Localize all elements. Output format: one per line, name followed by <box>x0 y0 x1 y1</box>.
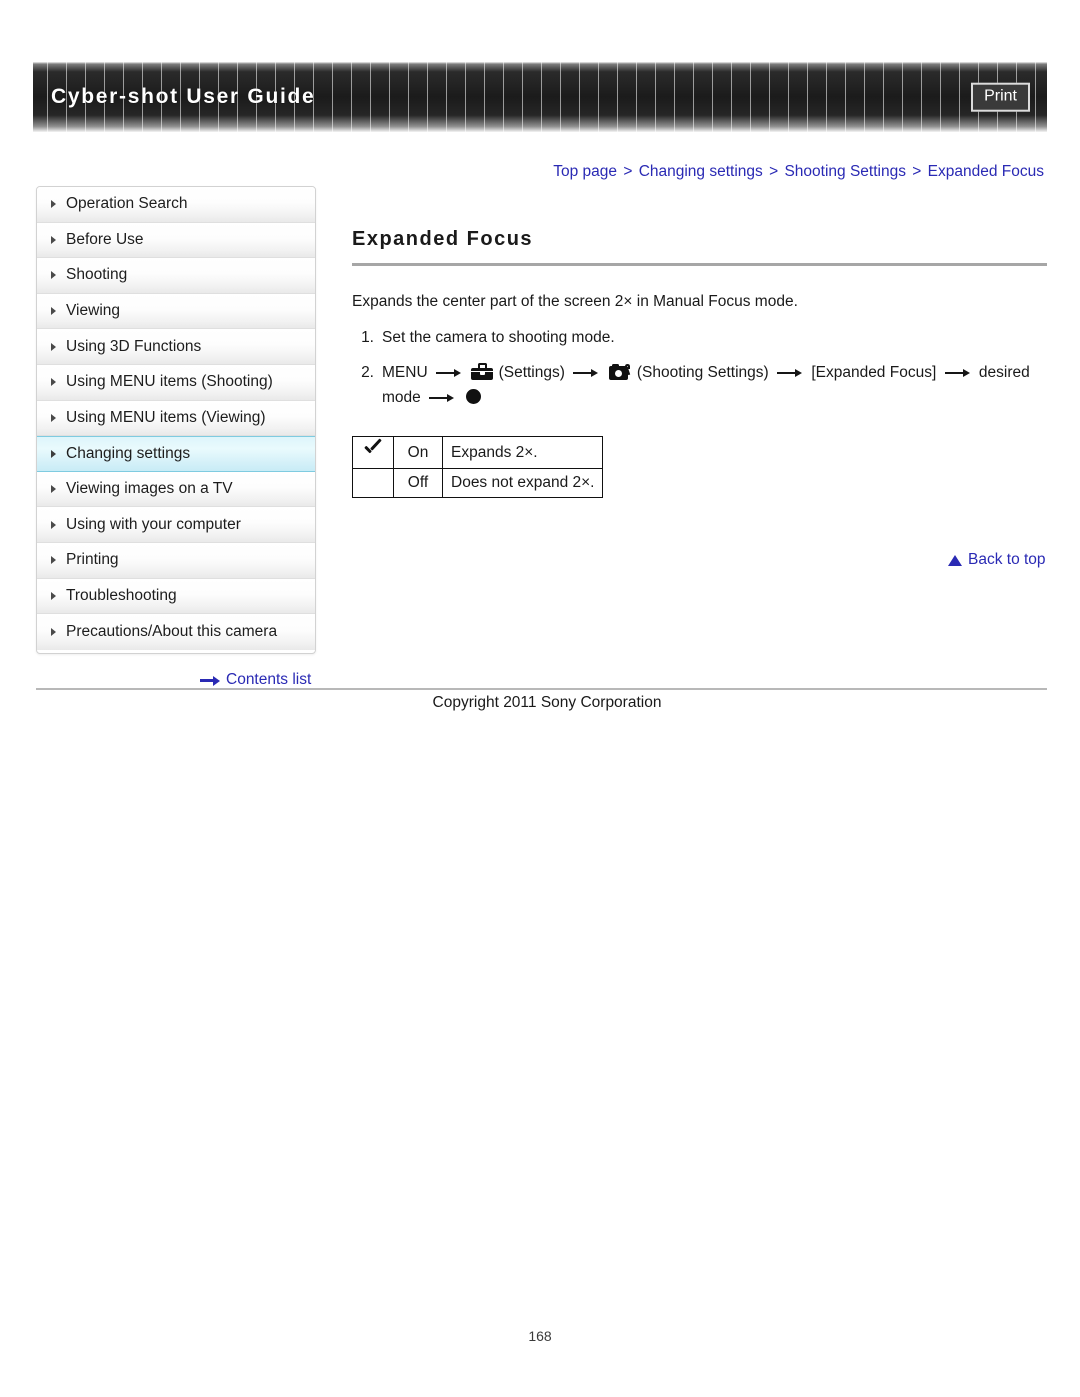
sidebar-item-printing[interactable]: Printing <box>37 542 315 579</box>
sidebar-item-viewing[interactable]: Viewing <box>37 293 315 330</box>
option-description-cell: Expands 2×. <box>441 436 604 470</box>
breadcrumb-separator: > <box>912 163 922 180</box>
sidebar-item-label: Precautions/About this camera <box>66 622 278 640</box>
sidebar-item-shooting[interactable]: Shooting <box>37 258 315 294</box>
triangle-right-icon <box>51 627 56 636</box>
shooting-settings-label: (Shooting Settings) <box>636 364 769 382</box>
mode-label: mode <box>382 389 421 407</box>
step-1-number: 1. <box>361 329 374 346</box>
step-2-text: MENU (Settings) (Shooting Settings) [Exp… <box>382 360 1047 410</box>
page-number: 168 <box>528 1328 552 1344</box>
menu-label: MENU <box>382 364 428 382</box>
sidebar-item-operation-search[interactable]: Operation Search <box>37 187 315 223</box>
sidebar-nav: Operation Search Before Use Shooting Viewin… <box>36 186 316 654</box>
option-selected-cell <box>352 436 394 470</box>
triangle-right-icon <box>51 271 56 280</box>
sidebar-item-using-menu-items-shooting[interactable]: Using MENU items (Shooting) <box>37 364 315 401</box>
sidebar-item-viewing-images-on-a-tv[interactable]: Viewing images on a TV <box>37 471 315 508</box>
option-selected-cell <box>352 468 394 499</box>
sidebar-item-using-menu-items-viewing[interactable]: Using MENU items (Viewing) <box>37 400 315 437</box>
arrow-right-icon <box>435 368 462 378</box>
triangle-right-icon <box>51 520 56 529</box>
breadcrumb: Top page > Changing settings > Shooting … <box>553 163 1044 181</box>
breadcrumb-item-top-page[interactable]: Top page <box>553 163 617 180</box>
app-title: Cyber-shot User Guide <box>51 85 316 108</box>
camera-shooting-settings-icon <box>608 363 632 381</box>
page-title: Expanded Focus <box>352 228 534 250</box>
toolbox-settings-icon <box>471 363 494 381</box>
sidebar-item-label: Viewing images on a TV <box>66 480 233 498</box>
triangle-right-icon <box>51 556 56 565</box>
triangle-right-icon <box>51 235 56 244</box>
settings-label: (Settings) <box>498 364 565 382</box>
option-description-cell: Does not expand 2×. <box>441 468 604 499</box>
sidebar-item-label: Viewing <box>66 302 121 320</box>
breadcrumb-separator: > <box>623 163 633 180</box>
expanded-focus-item-label: [Expanded Focus] <box>811 364 937 382</box>
step-2: 2. MENU (Settings) (Shooting Settings) [… <box>352 360 1047 410</box>
footer-divider <box>36 688 1047 690</box>
back-to-top-label: Back to top <box>968 551 1046 568</box>
breadcrumb-item-changing-settings[interactable]: Changing settings <box>639 163 763 180</box>
arrow-right-icon <box>573 368 599 378</box>
table-row: Off Does not expand 2×. <box>352 468 604 499</box>
sidebar-item-label: Operation Search <box>66 195 188 213</box>
sidebar-item-changing-settings[interactable]: Changing settings <box>37 436 315 472</box>
triangle-right-icon <box>51 591 56 600</box>
arrow-right-icon <box>200 675 222 686</box>
option-name-cell: Off <box>393 468 443 499</box>
step-1-text: Set the camera to shooting mode. <box>382 329 615 346</box>
triangle-up-icon <box>948 554 962 566</box>
title-divider <box>352 263 1047 266</box>
contents-list-label: Contents list <box>226 671 312 688</box>
main-content: Expanded Focus Expands the center part o… <box>352 228 1047 499</box>
lead-paragraph: Expands the center part of the screen 2×… <box>352 293 798 310</box>
sidebar-item-precautions-about-this-camera[interactable]: Precautions/About this camera <box>37 614 315 650</box>
arrow-right-icon <box>429 393 455 403</box>
triangle-right-icon <box>51 485 56 494</box>
steps-list: 1. Set the camera to shooting mode. 2. M… <box>352 325 1047 410</box>
sidebar-item-troubleshooting[interactable]: Troubleshooting <box>37 578 315 615</box>
triangle-right-icon <box>51 413 56 422</box>
triangle-right-icon <box>51 200 56 209</box>
sidebar-item-label: Troubleshooting <box>66 586 177 604</box>
sidebar-item-label: Before Use <box>66 230 144 248</box>
sidebar-item-label: Using 3D Functions <box>66 337 202 355</box>
triangle-right-icon <box>51 449 56 458</box>
header-banner: Cyber-shot User Guide Print <box>33 62 1047 132</box>
sidebar-item-label: Printing <box>66 551 119 569</box>
sidebar-item-label: Using with your computer <box>66 515 241 533</box>
breadcrumb-item-expanded-focus[interactable]: Expanded Focus <box>928 163 1044 180</box>
desired-label: desired <box>978 364 1030 382</box>
sidebar-item-label: Shooting <box>66 266 128 284</box>
sidebar-item-label: Using MENU items (Shooting) <box>66 373 273 391</box>
triangle-right-icon <box>51 342 56 351</box>
triangle-right-icon <box>51 307 56 316</box>
back-to-top-link[interactable]: Back to top <box>948 551 1046 569</box>
sidebar-item-using-3d-functions[interactable]: Using 3D Functions <box>37 329 315 365</box>
options-table: On Expands 2×. Off Does not expand 2×. <box>352 436 604 499</box>
sidebar-item-label: Changing settings <box>66 444 191 462</box>
breadcrumb-item-shooting-settings[interactable]: Shooting Settings <box>784 163 906 180</box>
sidebar-item-label: Using MENU items (Viewing) <box>66 408 266 426</box>
shutter-button-icon <box>466 389 482 405</box>
arrow-right-icon <box>944 368 971 378</box>
breadcrumb-separator: > <box>769 163 779 180</box>
table-row: On Expands 2×. <box>352 436 604 470</box>
step-1: 1. Set the camera to shooting mode. <box>352 325 1047 350</box>
arrow-right-icon <box>777 368 803 378</box>
print-button[interactable]: Print <box>971 82 1030 112</box>
sidebar-item-before-use[interactable]: Before Use <box>37 222 315 259</box>
triangle-right-icon <box>51 378 56 387</box>
step-2-number: 2. <box>361 364 374 382</box>
sidebar-item-using-with-your-computer[interactable]: Using with your computer <box>37 507 315 543</box>
check-icon <box>363 442 383 458</box>
contents-list-link[interactable]: Contents list <box>200 671 311 689</box>
option-name-cell: On <box>393 436 443 470</box>
copyright-text: Copyright 2011 Sony Corporation <box>432 694 662 711</box>
